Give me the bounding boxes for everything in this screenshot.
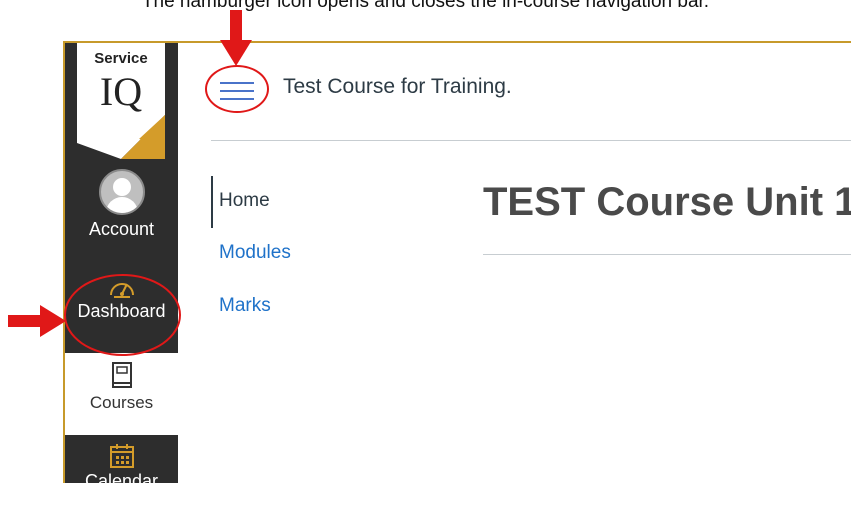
- nav-calendar-label: Calendar: [84, 471, 159, 483]
- active-indicator: [211, 176, 213, 228]
- nav-courses[interactable]: Courses: [65, 353, 178, 435]
- dashboard-highlight-circle: [64, 274, 181, 356]
- nav-account-label: Account: [88, 219, 155, 239]
- instruction-caption: The hamburger icon opens and closes the …: [141, 0, 710, 12]
- nav-courses-label: Courses: [89, 393, 154, 412]
- header-divider: [211, 140, 851, 141]
- heading-divider: [483, 254, 851, 255]
- logo-text-service: Service: [94, 50, 147, 67]
- course-title[interactable]: Test Course for Training.: [283, 75, 512, 99]
- courses-book-icon: [111, 362, 132, 388]
- arrow-right-icon: [8, 305, 66, 337]
- calendar-icon: [109, 444, 134, 468]
- nav-calendar[interactable]: Calendar: [65, 437, 178, 483]
- logo-text-iq: IQ: [100, 69, 142, 114]
- nav-account[interactable]: Account: [65, 169, 178, 240]
- page-heading: TEST Course Unit 1: [483, 180, 851, 224]
- avatar-icon: [98, 169, 145, 215]
- lms-window: Service IQ Account Dashboard Courses Cal…: [63, 41, 851, 483]
- course-nav-modules[interactable]: Modules: [219, 242, 291, 264]
- global-navigation: Service IQ Account Dashboard Courses Cal…: [65, 43, 178, 483]
- hamburger-highlight-circle: [205, 65, 269, 113]
- course-nav-marks[interactable]: Marks: [219, 295, 271, 317]
- arrow-down-icon: [220, 10, 252, 66]
- course-nav-home[interactable]: Home: [219, 190, 270, 212]
- service-iq-logo[interactable]: Service IQ: [77, 43, 165, 159]
